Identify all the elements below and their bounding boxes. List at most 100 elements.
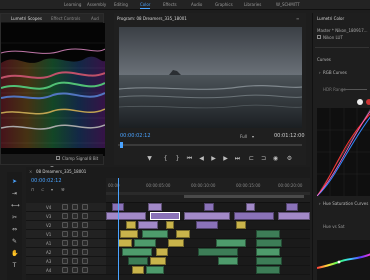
curves-section-label[interactable]: Curves (317, 57, 331, 62)
mark-out-icon[interactable]: } (174, 155, 181, 162)
video-clip[interactable] (138, 221, 158, 229)
lock-icon[interactable] (62, 213, 68, 219)
rgb-curve-graph[interactable] (316, 108, 370, 197)
audio-clip[interactable] (168, 239, 184, 247)
audio-clip[interactable] (150, 257, 166, 265)
clip[interactable] (256, 230, 280, 238)
program-current-timecode[interactable]: 00:00:02:12 (120, 134, 151, 139)
lock-icon[interactable] (62, 222, 68, 228)
selection-tool-icon[interactable]: ➤ (11, 178, 18, 185)
playhead-scrubber[interactable] (118, 142, 302, 148)
lock-icon[interactable] (62, 204, 68, 210)
video-clip[interactable] (196, 221, 218, 229)
eye-icon[interactable] (82, 222, 88, 228)
chevron-down-icon[interactable]: ▾ (252, 134, 254, 139)
rgb-curves-label[interactable]: RGB Curves (323, 70, 347, 75)
track-label[interactable]: A4 (46, 268, 51, 273)
audio-clip[interactable] (132, 266, 144, 274)
video-clip[interactable] (278, 212, 310, 220)
mute-icon[interactable] (72, 267, 78, 273)
track-area[interactable] (106, 257, 310, 266)
ripple-edit-tool-icon[interactable]: ⟷ (11, 202, 20, 209)
workspace-tab-libraries[interactable]: Libraries (244, 2, 261, 7)
track-label[interactable]: V3 (46, 214, 51, 219)
lumetri-master-label[interactable]: Master * Nikon_180917... (317, 28, 368, 33)
workspace-tab-audio[interactable]: Audio (191, 2, 202, 7)
step-back-icon[interactable]: ◀ (198, 155, 205, 162)
video-clip[interactable] (148, 203, 162, 211)
fit-dropdown[interactable]: Full (240, 134, 247, 139)
insert-icon[interactable]: ⊏ (248, 155, 255, 162)
lumetri-enable-checkbox[interactable] (317, 35, 321, 39)
solo-icon[interactable] (82, 267, 88, 273)
playhead-line[interactable] (118, 178, 119, 280)
track-area[interactable] (106, 230, 310, 239)
track-area[interactable] (106, 212, 310, 221)
track-label[interactable]: A1 (46, 241, 51, 246)
go-to-in-icon[interactable]: ⏮ (186, 155, 193, 162)
timeline-timecode[interactable]: 00:00:02:12 (31, 178, 62, 184)
hdr-range-slider[interactable] (341, 89, 367, 90)
chevron-right-icon[interactable]: › (319, 70, 321, 75)
red-channel-button[interactable] (366, 99, 370, 105)
track-area[interactable] (106, 248, 310, 257)
audio-clip[interactable] (218, 257, 238, 265)
go-to-out-icon[interactable]: ⏭ (234, 155, 241, 162)
track-area[interactable] (106, 266, 310, 275)
settings-icon[interactable]: ⚙ (286, 155, 293, 162)
track-label[interactable]: V4 (46, 205, 51, 210)
hue-sat-curves-label[interactable]: Hue Saturation Curves (323, 201, 368, 206)
sync-icon[interactable] (72, 222, 78, 228)
bit-depth-label[interactable]: 8 Bit (89, 156, 98, 161)
audio-clip[interactable] (256, 257, 282, 265)
eye-icon[interactable] (82, 231, 88, 237)
solo-icon[interactable] (82, 240, 88, 246)
eye-icon[interactable] (82, 204, 88, 210)
workspace-tab-wschmitt[interactable]: W_SCHMITT (276, 2, 300, 7)
wrench-icon[interactable]: ⚒ (61, 187, 65, 192)
step-forward-icon[interactable]: ▶ (222, 155, 229, 162)
audio-clip[interactable] (122, 248, 152, 256)
lumetri-clip-label[interactable]: Nikon LUT (323, 35, 343, 40)
clamp-signal-checkbox[interactable] (56, 156, 60, 160)
tab-effect-controls[interactable]: Effect Controls (51, 16, 80, 21)
workspace-tab-assembly[interactable]: Assembly (87, 2, 106, 7)
video-clip[interactable] (234, 212, 274, 220)
lock-icon[interactable] (62, 249, 68, 255)
wrench-icon[interactable] (49, 156, 54, 171)
audio-clip[interactable] (198, 248, 238, 256)
track-area[interactable] (106, 239, 310, 248)
workspace-tab-effects[interactable]: Effects (163, 2, 177, 7)
audio-clip[interactable] (256, 239, 282, 247)
hue-vs-sat-graph[interactable] (316, 240, 370, 280)
time-ruler[interactable]: 00:00 00:00:05:00 00:00:10:00 00:00:15:0… (106, 178, 310, 203)
sync-icon[interactable] (72, 231, 78, 237)
clip[interactable] (142, 230, 168, 238)
audio-clip[interactable] (128, 257, 148, 265)
track-label[interactable]: V2 (46, 223, 51, 228)
audio-clip[interactable] (134, 239, 156, 247)
linked-selection-icon[interactable]: ⊂ (41, 187, 44, 192)
audio-clip[interactable] (256, 248, 280, 256)
video-clip[interactable] (286, 203, 298, 211)
marker-icon[interactable]: ▾ (51, 187, 53, 192)
lock-icon[interactable] (62, 231, 68, 237)
overwrite-icon[interactable]: ⊐ (260, 155, 267, 162)
workspace-tab-editing[interactable]: Editing (114, 2, 128, 7)
mute-icon[interactable] (72, 249, 78, 255)
audio-clip[interactable] (216, 239, 246, 247)
tab-lumetri-scopes[interactable]: Lumetri Scopes (11, 16, 42, 21)
razor-tool-icon[interactable]: ✂ (11, 214, 18, 221)
sync-icon[interactable] (72, 204, 78, 210)
program-monitor-title[interactable]: Program: 08 Dreamers_335_18001 (117, 16, 187, 21)
playhead-marker[interactable] (120, 142, 123, 148)
sync-icon[interactable] (72, 213, 78, 219)
zoom-scroll-bar[interactable] (184, 195, 304, 198)
mark-in-icon[interactable]: { (162, 155, 169, 162)
workspace-tab-learning[interactable]: Learning (64, 2, 81, 7)
eye-icon[interactable] (82, 213, 88, 219)
snap-icon[interactable]: ⊓ (31, 187, 34, 192)
close-icon[interactable]: × (29, 169, 32, 174)
pen-tool-icon[interactable]: ✎ (11, 238, 18, 245)
mute-icon[interactable] (72, 240, 78, 246)
